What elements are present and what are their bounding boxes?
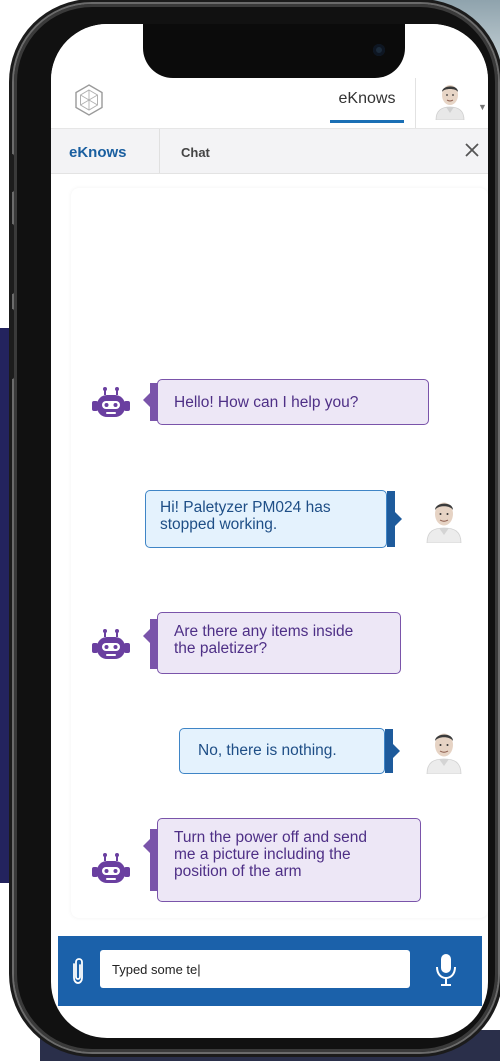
volume-down-button: [10, 309, 14, 379]
bot-message-1: Hello! How can I help you?: [143, 379, 429, 425]
bubble-tail: [385, 729, 400, 773]
header-divider: [415, 78, 416, 128]
message-text: Hi! Paletyzer PM024 has: [160, 499, 331, 516]
mute-switch: [10, 154, 14, 192]
chat-tabs: eKnows Chat: [51, 129, 488, 174]
paperclip-icon[interactable]: [68, 956, 88, 986]
message-text: me a picture including the: [174, 846, 351, 863]
message-composer: [58, 936, 482, 1006]
volume-up-button: [10, 224, 14, 294]
phone-frame: eKnows ▼ eKnows Chat Hello! How can I he…: [10, 4, 498, 1052]
bubble-tail: [143, 829, 158, 891]
message-text: the paletizer?: [174, 640, 268, 657]
user-avatar: [426, 502, 462, 543]
camera-icon: [373, 44, 385, 56]
notch: [143, 24, 405, 78]
bubble-tail: [387, 491, 402, 547]
active-tab-indicator: [330, 120, 404, 123]
bot-icon: [92, 853, 130, 883]
subtab-eknows[interactable]: eKnows: [69, 144, 127, 161]
message-text: No, there is nothing.: [198, 742, 337, 759]
close-icon[interactable]: [461, 139, 483, 161]
bot-message-2: Are there any items inside the paletizer…: [143, 612, 401, 674]
user-message-2: No, there is nothing.: [179, 728, 400, 774]
bubble-tail: [143, 619, 158, 669]
chevron-down-icon[interactable]: ▼: [478, 102, 487, 112]
avatar-icon[interactable]: [434, 80, 466, 120]
logo-icon[interactable]: [73, 84, 105, 116]
phone-screen: eKnows ▼ eKnows Chat Hello! How can I he…: [51, 24, 488, 1038]
bot-icon: [92, 629, 130, 659]
message-text: Hello! How can I help you?: [174, 394, 359, 411]
bot-icon: [92, 387, 130, 417]
message-input[interactable]: [100, 950, 410, 988]
user-message-1: Hi! Paletyzer PM024 has stopped working.: [145, 490, 402, 548]
message-text: Are there any items inside: [174, 623, 354, 640]
user-avatar: [426, 733, 462, 774]
message-text: Turn the power off and send: [174, 829, 368, 846]
tab-eknows[interactable]: eKnows: [330, 90, 404, 108]
chat-panel: Hello! How can I help you? Hi! Paletyzer…: [71, 188, 488, 918]
stage: eKnows ▼ eKnows Chat Hello! How can I he…: [0, 0, 500, 1061]
message-text: position of the arm: [174, 863, 302, 880]
subtab-chat[interactable]: Chat: [181, 145, 210, 160]
microphone-icon[interactable]: [434, 952, 458, 988]
subtab-divider: [159, 129, 160, 173]
message-text: stopped working.: [160, 516, 278, 533]
bubble-tail: [143, 383, 158, 421]
bot-message-3: Turn the power off and send me a picture…: [143, 818, 421, 902]
